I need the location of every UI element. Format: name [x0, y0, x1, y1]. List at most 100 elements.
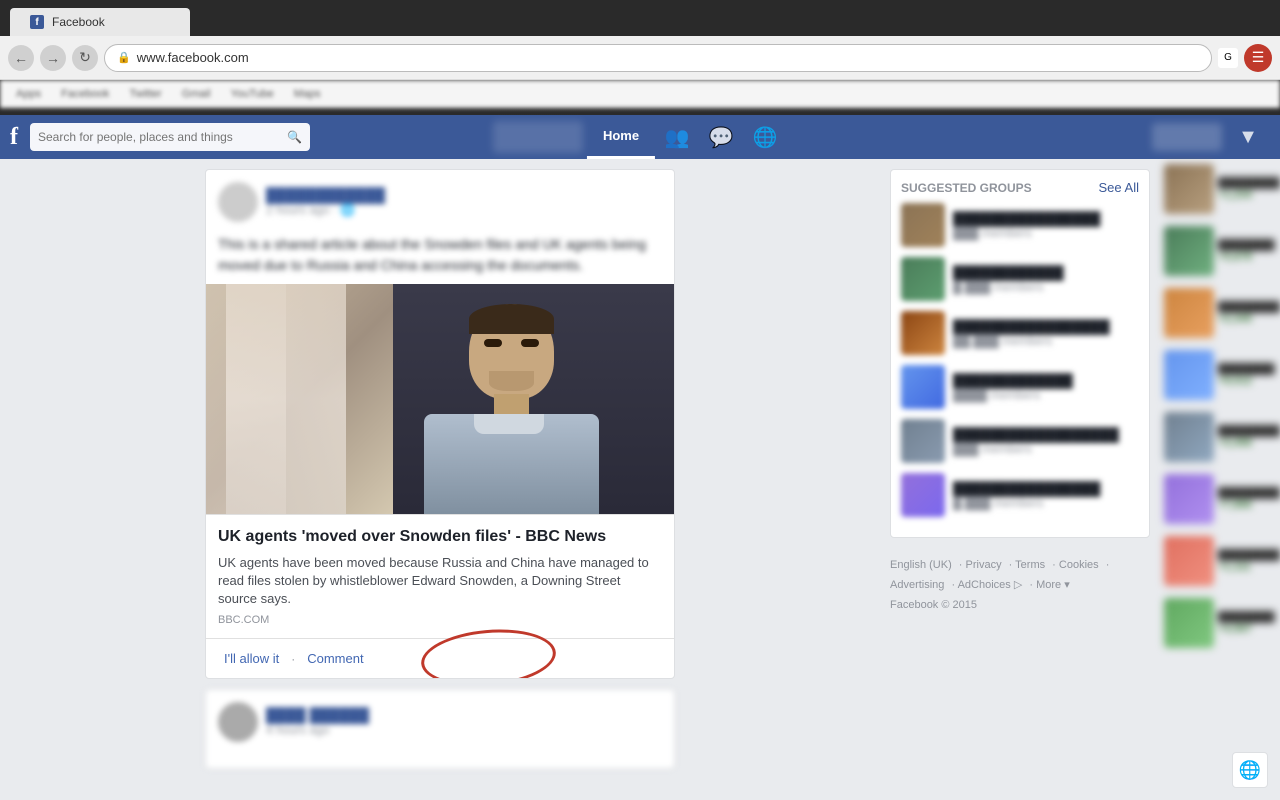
post-meta-2: ████ ██████ 4 hours ago	[266, 707, 662, 737]
footer-adchoices[interactable]: AdChoices ▷	[958, 579, 1023, 591]
bookmark-item[interactable]: Maps	[286, 86, 329, 102]
footer-language[interactable]: English (UK)	[890, 559, 952, 571]
bookmark-item[interactable]: Gmail	[174, 86, 219, 102]
group-info: █████████████ ████ members	[953, 373, 1139, 402]
far-right-count: +1,111	[1218, 561, 1280, 573]
group-info: ████████████████ ███ members	[953, 211, 1139, 240]
post-link-description: UK agents have been moved because Russia…	[218, 554, 662, 609]
footer-advertising[interactable]: Advertising	[890, 579, 944, 591]
group-thumb	[901, 365, 945, 409]
group-name: ████████████████	[953, 481, 1139, 496]
nav-messages-icon[interactable]: 💬	[699, 115, 743, 159]
group-info: ████████████████ █,███ members	[953, 481, 1139, 510]
far-right-item: ██████████ +1,111	[1160, 531, 1280, 591]
nav-profile-blurred	[493, 121, 583, 153]
browser-tab-active[interactable]: f Facebook	[10, 8, 190, 36]
bookmark-item[interactable]: Facebook	[53, 86, 117, 102]
group-thumb	[901, 419, 945, 463]
post-header: ████████████ 2 hours ago · 🌐	[206, 170, 674, 234]
group-item: ████████████████ ███ members	[901, 203, 1139, 247]
group-name: █████████████	[953, 373, 1139, 388]
group-members: ████ members	[953, 388, 1139, 402]
globe-button[interactable]: 🌐	[1232, 752, 1268, 788]
forward-button[interactable]: →	[40, 45, 66, 71]
group-members: ███ members	[953, 442, 1139, 456]
suggested-groups-section: SUGGESTED GROUPS See All ███████████████…	[890, 169, 1150, 538]
figure-chin	[489, 371, 534, 391]
browser-tabs: f Facebook	[0, 0, 1280, 36]
nav-home[interactable]: Home	[587, 115, 655, 159]
far-right-thumb	[1164, 474, 1214, 524]
bookmark-item[interactable]: Twitter	[121, 86, 169, 102]
fb-main: ████████████ 2 hours ago · 🌐 This is a s…	[0, 159, 1280, 800]
globe-icon[interactable]: 🌐	[1232, 752, 1268, 788]
footer-more[interactable]: More ▾	[1036, 579, 1070, 591]
feed-inner: ████████████ 2 hours ago · 🌐 This is a s…	[205, 169, 675, 790]
see-all-link[interactable]: See All	[1099, 180, 1139, 195]
far-right-count: +3,456	[1218, 437, 1280, 449]
nav-friends-icon[interactable]: 👥	[655, 115, 699, 159]
nav-globe-icon[interactable]: 🌐	[743, 115, 787, 159]
far-right-count: +5,678	[1218, 251, 1275, 263]
group-item: █████████████ ████ members	[901, 365, 1139, 409]
post-content-text: This is a shared article about the Snowd…	[206, 234, 674, 284]
group-thumb	[901, 203, 945, 247]
far-right-item: ████████ +9,012	[1160, 345, 1280, 405]
far-right-info: ████████ +4,567	[1218, 612, 1275, 635]
bookmark-item[interactable]: Apps	[8, 86, 49, 102]
comment-button[interactable]: Comment	[301, 647, 369, 670]
search-input[interactable]	[38, 130, 281, 144]
far-right-thumb	[1164, 164, 1214, 214]
group-members: █,███ members	[953, 496, 1139, 510]
group-members: ██,███ members	[953, 334, 1139, 348]
far-right-text: █████████	[1218, 488, 1280, 499]
far-right-count: +4,567	[1218, 623, 1275, 635]
far-right-text: ██████████	[1218, 302, 1280, 313]
far-right-sidebar: ████████████ +1,234 ████████ +5,678 ████…	[1160, 159, 1280, 800]
far-right-info: ██████████ +1,111	[1218, 550, 1280, 573]
post-time-2: 4 hours ago	[266, 723, 662, 737]
group-name: ████████████	[953, 265, 1139, 280]
far-right-text: ███████████	[1218, 426, 1280, 437]
post-actions: I'll allow it · Comment	[206, 638, 674, 678]
figure-collar	[474, 414, 544, 434]
extension-icons: G	[1218, 48, 1238, 68]
tab-label: Facebook	[52, 15, 105, 29]
far-right-thumb	[1164, 412, 1214, 462]
ssl-lock-icon: 🔒	[117, 51, 131, 64]
feed-wrapper: ████████████ 2 hours ago · 🌐 This is a s…	[0, 159, 880, 800]
search-bar[interactable]: 🔍	[30, 123, 310, 151]
like-button[interactable]: I'll allow it	[218, 647, 285, 670]
footer-privacy[interactable]: Privacy	[966, 559, 1002, 571]
reload-button[interactable]: ↻	[72, 45, 98, 71]
back-button[interactable]: ←	[8, 45, 34, 71]
bookmark-item[interactable]: YouTube	[223, 86, 282, 102]
post-link-source: BBC.COM	[218, 614, 662, 626]
figure-eye-right	[521, 339, 539, 347]
post-author-name: ████████████	[266, 187, 662, 203]
group-name: ██████████████████	[953, 427, 1139, 442]
group-info: ████████████ █,███ members	[953, 265, 1139, 294]
far-right-item: ██████████ +2,345	[1160, 283, 1280, 343]
far-right-item: █████████ +7,890	[1160, 469, 1280, 529]
post-author-name-2: ████ ██████	[266, 707, 662, 723]
post-link-content: UK agents 'moved over Snowden files' - B…	[206, 514, 674, 638]
group-item: █████████████████ ██,███ members	[901, 311, 1139, 355]
far-right-thumb	[1164, 598, 1214, 648]
chrome-menu-button[interactable]: ☰	[1244, 44, 1272, 72]
google-ext-icon[interactable]: G	[1218, 48, 1238, 68]
group-info: █████████████████ ██,███ members	[953, 319, 1139, 348]
figure-head	[469, 304, 554, 399]
far-right-item: ███████████ +3,456	[1160, 407, 1280, 467]
footer-cookies[interactable]: Cookies	[1059, 559, 1099, 571]
footer-terms[interactable]: Terms	[1015, 559, 1045, 571]
address-bar[interactable]: 🔒 www.facebook.com	[104, 44, 1212, 72]
browser-toolbar: ← → ↻ 🔒 www.facebook.com G ☰	[0, 36, 1280, 80]
account-button-blurred[interactable]	[1152, 123, 1222, 151]
address-text: www.facebook.com	[137, 50, 249, 65]
far-right-info: ████████ +9,012	[1218, 364, 1275, 387]
post-actions-wrapper: I'll allow it · Comment	[206, 638, 674, 678]
far-right-text: ██████████	[1218, 550, 1280, 561]
nav-settings-icon[interactable]: ▼	[1226, 115, 1270, 159]
far-right-count: +2,345	[1218, 313, 1280, 325]
